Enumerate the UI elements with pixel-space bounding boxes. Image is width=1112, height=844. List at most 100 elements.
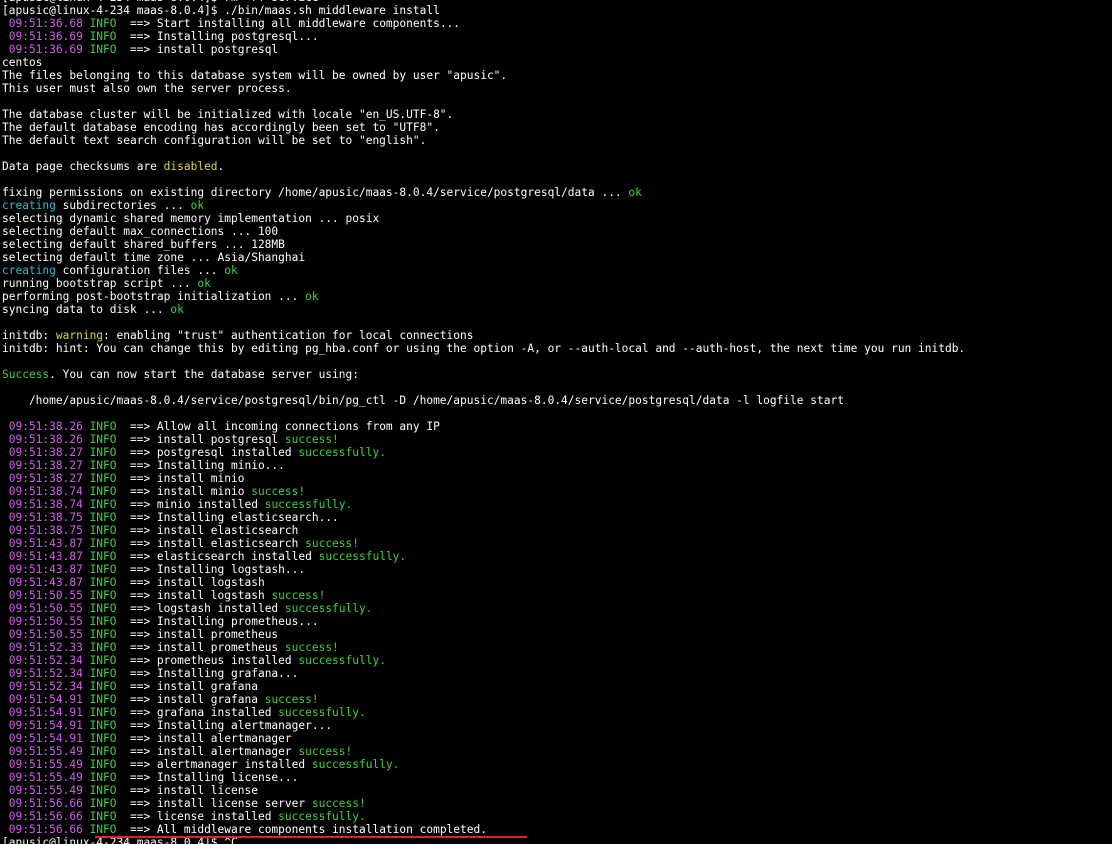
- terminal-text-segment: selecting default max_connections ... 10…: [2, 225, 279, 238]
- terminal-text-segment: subdirectories ...: [55, 199, 191, 212]
- terminal-text-segment: 09:51:54.91: [2, 693, 83, 706]
- terminal-line: syncing data to disk ... ok: [2, 303, 1112, 316]
- terminal-text-segment: INFO: [82, 498, 117, 511]
- terminal-text-segment: 09:51:55.49: [2, 758, 83, 771]
- terminal-text-segment: INFO: [82, 602, 117, 615]
- terminal-text-segment: 09:51:54.91: [2, 719, 83, 732]
- terminal-text-segment: ==> Installing alertmanager...: [116, 719, 333, 732]
- terminal-line: 09:51:36.68 INFO ==> Start installing al…: [2, 17, 1112, 30]
- terminal-text-segment: ==> install grafana: [116, 693, 265, 706]
- terminal-text-segment: INFO: [82, 576, 117, 589]
- terminal-text-segment: 09:51:52.33: [2, 641, 83, 654]
- terminal-text-segment: 09:51:43.87: [2, 576, 83, 589]
- terminal-text-segment: ==> elasticsearch installed: [116, 550, 319, 563]
- terminal-text-segment: INFO: [82, 537, 117, 550]
- terminal-line: The default database encoding has accord…: [2, 121, 1112, 134]
- terminal-text-segment: creating: [2, 264, 56, 277]
- terminal-text-segment: 09:51:38.74: [2, 498, 83, 511]
- terminal-line: 09:51:56.66 INFO ==> install license ser…: [2, 797, 1112, 810]
- terminal-text-segment: ==> install minio: [116, 472, 245, 485]
- terminal-text-segment: running bootstrap script ...: [2, 277, 198, 290]
- terminal-text-segment: ==> install postgresql: [116, 43, 279, 56]
- terminal-text-segment: creating: [2, 199, 56, 212]
- terminal-line: selecting default time zone ... Asia/Sha…: [2, 251, 1112, 264]
- terminal-text-segment: 09:51:38.75: [2, 511, 83, 524]
- terminal-line: 09:51:55.49 INFO ==> install alertmanage…: [2, 745, 1112, 758]
- terminal-line: /home/apusic/maas-8.0.4/service/postgres…: [2, 394, 1112, 407]
- terminal-text-segment: 09:51:50.55: [2, 628, 83, 641]
- terminal-text-segment: initdb:: [2, 329, 56, 342]
- terminal-text-segment: INFO: [82, 758, 117, 771]
- terminal-line: 09:51:38.27 INFO ==> postgresql installe…: [2, 446, 1112, 459]
- terminal-text-segment: 09:51:50.55: [2, 615, 83, 628]
- terminal-text-segment: INFO: [82, 524, 117, 537]
- terminal-text-segment: successfully.: [298, 654, 386, 667]
- terminal-line: 09:51:55.49 INFO ==> install license: [2, 784, 1112, 797]
- terminal-text-segment: : enabling "trust" authentication for lo…: [103, 329, 474, 342]
- terminal-text-segment: 09:51:50.55: [2, 589, 83, 602]
- terminal-line: centos: [2, 56, 1112, 69]
- terminal-line: creating configuration files ... ok: [2, 264, 1112, 277]
- terminal-text-segment: INFO: [82, 784, 117, 797]
- terminal-text-segment: ==> All middleware components installati…: [116, 823, 487, 836]
- terminal-text-segment: ==> install elasticsearch: [116, 524, 299, 537]
- terminal-line: 09:51:50.55 INFO ==> install prometheus: [2, 628, 1112, 641]
- terminal-line: Data page checksums are disabled.: [2, 160, 1112, 173]
- terminal-text-segment: INFO: [82, 43, 117, 56]
- terminal-text-segment: ==> Installing logstash...: [116, 563, 306, 576]
- terminal-line: 09:51:56.66 INFO ==> license installed s…: [2, 810, 1112, 823]
- terminal-line: 09:51:56.66 INFO ==> All middleware comp…: [2, 823, 1112, 836]
- terminal-text-segment: ==> prometheus installed: [116, 654, 299, 667]
- terminal-line: 09:51:54.91 INFO ==> install alertmanage…: [2, 732, 1112, 745]
- terminal-text-segment: INFO: [82, 693, 117, 706]
- terminal-line: initdb: warning: enabling "trust" authen…: [2, 329, 1112, 342]
- terminal-text-segment: ==> install grafana: [116, 680, 258, 693]
- terminal-text-segment: INFO: [82, 680, 117, 693]
- terminal-text-segment: 09:51:54.91: [2, 732, 83, 745]
- terminal-line: 09:51:43.87 INFO ==> install logstash: [2, 576, 1112, 589]
- terminal-line: 09:51:36.69 INFO ==> install postgresql: [2, 43, 1112, 56]
- terminal-text-segment: 09:51:38.27: [2, 472, 83, 485]
- terminal-line: 09:51:52.33 INFO ==> install prometheus …: [2, 641, 1112, 654]
- terminal-text-segment: ok: [305, 290, 319, 303]
- terminal-text-segment: 09:51:56.66: [2, 797, 83, 810]
- terminal-text-segment: 09:51:38.27: [2, 459, 83, 472]
- terminal-line: 09:51:38.26 INFO ==> Allow all incoming …: [2, 420, 1112, 433]
- terminal-line: [apusic@linux-4-234 maas-8.0.4]$ ./bin/m…: [2, 4, 1112, 17]
- terminal-line: 09:51:38.27 INFO ==> install minio: [2, 472, 1112, 485]
- terminal-text-segment: The default database encoding has accord…: [2, 121, 440, 134]
- terminal-text-segment: INFO: [82, 30, 117, 43]
- terminal-text-segment: INFO: [82, 745, 117, 758]
- terminal-text-segment: performing post-bootstrap initialization…: [2, 290, 306, 303]
- terminal-line: 09:51:52.34 INFO ==> prometheus installe…: [2, 654, 1112, 667]
- terminal-text-segment: success!: [264, 693, 319, 706]
- terminal-text-segment: INFO: [82, 706, 117, 719]
- terminal-text-segment: INFO: [82, 589, 117, 602]
- terminal-text-segment: 09:51:55.49: [2, 771, 83, 784]
- terminal-text-segment: This user must also own the server proce…: [2, 82, 292, 95]
- terminal-window[interactable]: [apusic@linux-4-234 maas-8.0.4]$ rm -rf …: [0, 0, 1112, 844]
- terminal-text-segment: ==> install alertmanager: [116, 732, 292, 745]
- terminal-text-segment: ok: [170, 303, 184, 316]
- terminal-text-segment: ==> Installing elasticsearch...: [116, 511, 339, 524]
- terminal-text-segment: INFO: [82, 511, 117, 524]
- terminal-text-segment: success!: [251, 485, 306, 498]
- terminal-text-segment: selecting dynamic shared memory implemen…: [2, 212, 380, 225]
- terminal-line: 09:51:38.75 INFO ==> install elasticsear…: [2, 524, 1112, 537]
- terminal-text-segment: 09:51:36.69: [2, 30, 83, 43]
- terminal-text-segment: centos: [2, 56, 43, 69]
- terminal-text-segment: INFO: [82, 459, 117, 472]
- terminal-text-segment: [apusic@linux-4-234 maas-8.0.4]$ ./bin/m…: [2, 4, 440, 17]
- terminal-text-segment: INFO: [82, 797, 117, 810]
- terminal-text-segment: 09:51:56.66: [2, 823, 83, 836]
- terminal-text-segment: ==> Allow all incoming connections from …: [116, 420, 440, 433]
- terminal-text-segment: ok: [224, 264, 238, 277]
- terminal-text-segment: successfully.: [298, 446, 386, 459]
- terminal-text-segment: syncing data to disk ...: [2, 303, 171, 316]
- terminal-text-segment: selecting default time zone ... Asia/Sha…: [2, 251, 306, 264]
- terminal-text-segment: successfully.: [311, 758, 400, 771]
- terminal-text-segment: successfully.: [318, 550, 407, 563]
- terminal-line: 09:51:50.55 INFO ==> logstash installed …: [2, 602, 1112, 615]
